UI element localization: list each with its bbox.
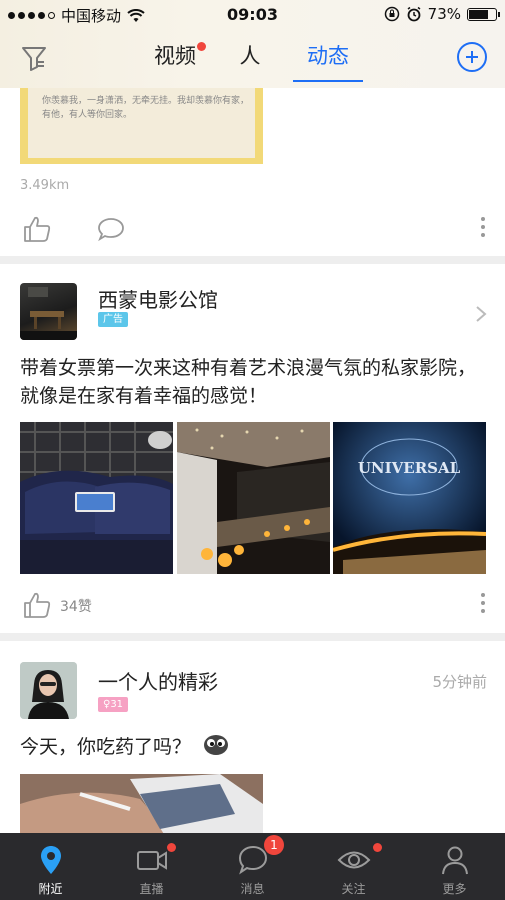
universal-logo-text: UNIVERSAL: [358, 459, 461, 477]
bottom-nav: 附近 直播 1 消息 关注 更多: [0, 833, 505, 900]
poster-name[interactable]: 一个人的精彩: [98, 666, 218, 695]
tab-moments[interactable]: 动态: [293, 42, 363, 84]
top-bar: 中国移动 09:03 73% 视频 人 动态: [0, 0, 505, 88]
avatar[interactable]: [20, 283, 77, 340]
photo-thumbnail[interactable]: [177, 422, 330, 574]
poster-name[interactable]: 西蒙电影公馆: [98, 284, 218, 313]
photo-grid: UNIVERSAL: [20, 422, 486, 574]
photo-thumbnail[interactable]: [20, 774, 263, 833]
nav-nearby[interactable]: 附近: [0, 833, 101, 900]
eye-icon: [337, 851, 370, 869]
alarm-icon: [407, 6, 421, 22]
nav-label: 附近: [38, 882, 63, 896]
post-distance: 3.49km: [20, 178, 70, 193]
post-text: 带着女票第一次来这种有着艺术浪漫气氛的私家影院，就像是在家有着幸福的感觉！: [20, 357, 477, 407]
divider: [0, 256, 505, 264]
add-icon[interactable]: [457, 42, 487, 72]
post-image-quote[interactable]: 你羡慕我，一身潇洒，无牵无挂。我却羡慕你有家，有他，有人等你回家。: [20, 88, 263, 164]
tab-people[interactable]: 人: [239, 42, 261, 84]
nav-follow-dot: [373, 843, 382, 852]
photo-thumbnail[interactable]: UNIVERSAL: [333, 422, 486, 574]
battery-icon: [467, 7, 500, 21]
tab-video[interactable]: 视频: [150, 42, 206, 84]
battery-percent: 73%: [427, 5, 461, 23]
photo-thumbnail[interactable]: [20, 422, 173, 574]
tab-moments-label: 动态: [307, 44, 349, 68]
divider: [0, 633, 505, 641]
emoji-icon: [204, 735, 229, 755]
more-icon[interactable]: [479, 590, 487, 618]
feed[interactable]: 你羡慕我，一身潇洒，无牵无挂。我却羡慕你有家，有他，有人等你回家。 3.49km…: [0, 88, 505, 833]
person-icon: [441, 846, 468, 875]
filter-icon[interactable]: [20, 44, 48, 72]
more-icon[interactable]: [479, 214, 487, 242]
quote-text: 你羡慕我，一身潇洒，无牵无挂。我却羡慕你有家，有他，有人等你回家。: [42, 96, 250, 120]
tab-video-label: 视频: [154, 44, 196, 68]
message-badge: 1: [264, 835, 284, 855]
nav-follow[interactable]: 关注: [303, 833, 404, 900]
like-count: 34赞: [60, 599, 92, 615]
nav-label: 消息: [240, 882, 265, 896]
avatar-image: [20, 662, 77, 719]
tab-people-label: 人: [239, 44, 261, 68]
gender-age-badge: ♀31: [98, 697, 129, 712]
avatar[interactable]: [20, 662, 77, 719]
header: 视频 人 动态: [0, 30, 505, 88]
nav-more[interactable]: 更多: [404, 833, 505, 900]
status-bar: 中国移动 09:03 73%: [0, 0, 505, 30]
ad-badge: 广告: [98, 312, 128, 327]
tab-video-dot: [197, 42, 206, 51]
avatar-image: [20, 287, 77, 340]
video-camera-icon: [136, 851, 167, 870]
chevron-right-icon[interactable]: [475, 305, 487, 323]
nav-live[interactable]: 直播: [101, 833, 202, 900]
post-time: 5分钟前: [432, 673, 487, 691]
nav-label: 更多: [442, 882, 467, 896]
comment-icon[interactable]: [97, 216, 125, 242]
post-actions: [0, 208, 505, 248]
rotation-lock-icon: [384, 6, 399, 22]
nav-live-dot: [167, 843, 176, 852]
post-text: 今天，你吃药了吗？: [20, 733, 490, 761]
post-actions: 34赞: [0, 584, 505, 624]
post-text-content: 今天，你吃药了吗？: [20, 736, 192, 758]
nav-label: 直播: [139, 882, 164, 896]
tab-bar: 视频 人 动态: [150, 42, 363, 84]
like-icon[interactable]: [22, 590, 52, 620]
nav-label: 关注: [341, 882, 366, 896]
location-pin-icon: [40, 846, 61, 874]
like-icon[interactable]: [22, 214, 52, 244]
nav-messages[interactable]: 1 消息: [202, 833, 303, 900]
